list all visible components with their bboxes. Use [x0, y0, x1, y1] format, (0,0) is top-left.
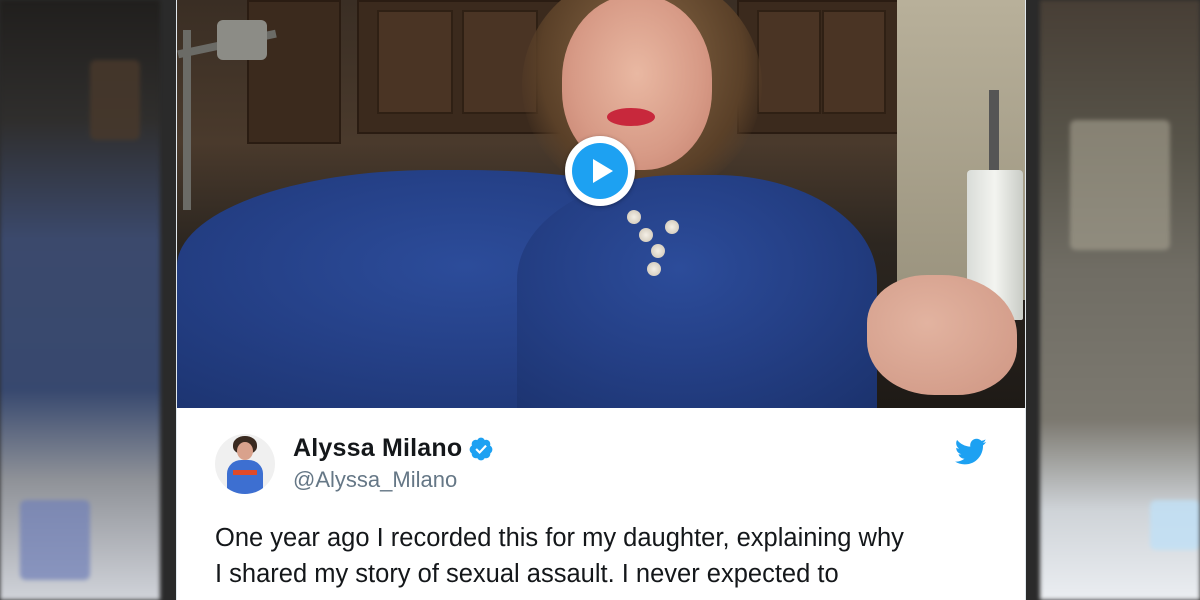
pearl — [651, 244, 665, 258]
pearl — [639, 228, 653, 242]
avatar[interactable] — [215, 434, 275, 494]
blurred-shape — [1150, 500, 1200, 550]
play-icon — [572, 143, 628, 199]
pearl — [627, 210, 641, 224]
blue-sweater-body — [517, 175, 877, 408]
mic-clamp — [217, 20, 267, 60]
tweet-body: One year ago I recorded this for my daug… — [215, 520, 1005, 592]
blurred-background-left — [0, 0, 160, 600]
blurred-shape — [20, 500, 90, 580]
person-hand — [867, 275, 1017, 395]
cabinet-door — [377, 10, 453, 114]
author-handle[interactable]: @Alyssa_Milano — [293, 467, 494, 493]
video-thumbnail[interactable] — [177, 0, 1025, 408]
verified-badge-icon — [469, 437, 493, 460]
author-display-name[interactable]: Alyssa Milano — [293, 434, 462, 463]
pearl — [647, 262, 661, 276]
blurred-background-right — [1040, 0, 1200, 600]
twitter-bird-icon[interactable] — [955, 438, 987, 466]
pearl — [665, 220, 679, 234]
blurred-shape — [1070, 120, 1170, 250]
cabinet-door — [822, 10, 886, 114]
tweet-author-header: Alyssa Milano @Alyssa_Milano — [177, 408, 1025, 508]
author-name-block: Alyssa Milano @Alyssa_Milano — [293, 434, 494, 493]
play-button[interactable] — [565, 136, 635, 206]
bottle-pump — [989, 90, 999, 170]
tweet-text-line: I shared my story of sexual assault. I n… — [215, 560, 839, 588]
blurred-shape — [90, 60, 140, 140]
embedded-tweet-card: Alyssa Milano @Alyssa_Milano One year ag… — [176, 0, 1026, 600]
cabinet-door — [757, 10, 821, 114]
person-lips — [607, 108, 655, 126]
tweet-text-line: One year ago I recorded this for my daug… — [215, 524, 904, 552]
